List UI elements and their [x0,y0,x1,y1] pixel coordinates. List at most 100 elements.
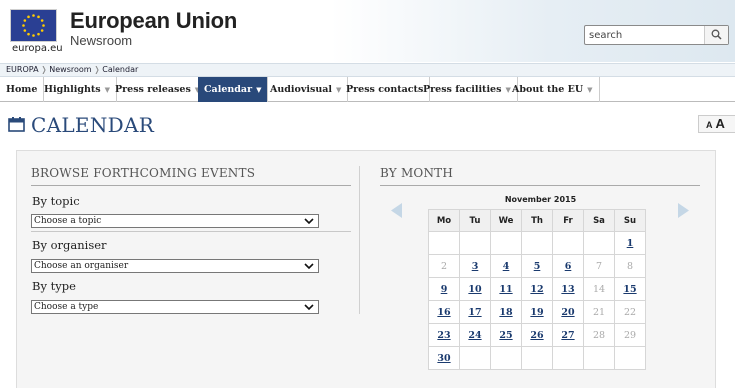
nav-audiovisual[interactable]: Audiovisual ▼ [264,77,349,102]
calendar-day: 2 [428,254,460,278]
organiser-label: By organiser [32,238,107,252]
calendar-day-link[interactable]: 6 [552,254,584,278]
calendar-day: 22 [614,300,646,324]
calendar-day-link[interactable]: 30 [428,346,460,370]
search-button[interactable] [704,26,728,44]
chevron-down-icon [304,303,314,315]
calendar-day-link[interactable]: 1 [614,231,646,255]
by-month-title: BY MONTH [380,166,454,180]
nav-press-contacts-label: Press contacts [346,84,424,95]
calendar-day-link[interactable]: 23 [428,323,460,347]
calendar-empty-cell [521,231,553,255]
type-select[interactable]: Choose a type [31,300,319,314]
calendar-day-link[interactable]: 24 [459,323,491,347]
nav-highlights-label: Highlights [44,84,101,95]
calendar-icon [8,117,25,136]
calendar-day: 21 [583,300,615,324]
calendar-day-link[interactable]: 10 [459,277,491,301]
weekday-header-row: Mo Tu We Th Fr Sa Su [428,209,646,232]
calendar-empty-cell [583,346,615,370]
calendar-day-link[interactable]: 9 [428,277,460,301]
organiser-select-value: Choose an organiser [34,261,129,271]
nav-audiovisual-label: Audiovisual [270,84,333,95]
nav-press-facilities[interactable]: Press facilities ▼ [417,77,518,102]
calendar-day: 7 [583,254,615,278]
nav-press-facilities-label: Press facilities [423,84,502,95]
calendar-empty-cell [490,346,522,370]
page-title: CALENDAR [31,113,155,137]
calendar-empty-cell [552,346,584,370]
logo-text: europa.eu [12,43,63,54]
calendar-day-link[interactable]: 25 [490,323,522,347]
month-calendar: Mo Tu We Th Fr Sa Su 1 2 3 4 5 6 7 8 9 10 11 12 13 14… [428,209,646,370]
calendar-day-link[interactable]: 20 [552,300,584,324]
nav-about-eu-label: About the EU [512,84,584,95]
calendar-empty-cell [459,231,491,255]
topic-select[interactable]: Choose a topic [31,214,319,228]
site-title[interactable]: European Union [70,8,237,34]
arrow-right-icon[interactable] [677,203,689,222]
search-box [584,25,729,45]
breadcrumb-calendar: Calendar [102,65,139,74]
topic-label: By topic [32,194,80,208]
calendar-day-link[interactable]: 27 [552,323,584,347]
browse-title: BROWSE FORTHCOMING EVENTS [31,166,256,180]
nav-highlights[interactable]: Highlights ▼ [38,77,118,102]
chevron-down-icon: ▼ [256,85,262,94]
calendar-month-title: November 2015 [504,195,577,204]
nav-about-eu[interactable]: About the EU ▼ [506,77,600,102]
calendar-empty-cell [521,346,553,370]
calendar-day: 28 [583,323,615,347]
calendar-empty-cell [583,231,615,255]
calendar-day-link[interactable]: 3 [459,254,491,278]
nav-home-label: Home [6,84,38,95]
calendar-week-row: 23 24 25 26 27 28 29 [428,323,646,347]
site-header: europa.eu European Union Newsroom [0,0,735,62]
nav-press-releases[interactable]: Press releases▼ [109,77,208,102]
weekday-fr: Fr [552,209,584,232]
weekday-mo: Mo [428,209,460,232]
breadcrumb-newsroom[interactable]: Newsroom [49,64,91,76]
breadcrumb-europa[interactable]: EUROPA [6,64,39,76]
main-nav: Home Highlights▼ Press releases▼ Calenda… [0,77,735,102]
search-input[interactable] [589,28,699,43]
calendar-week-row: 9 10 11 12 13 14 15 [428,277,646,301]
calendar-day-link[interactable]: 19 [521,300,553,324]
column-separator [359,166,360,314]
chevron-down-icon: ▼ [587,85,593,94]
calendar-day: 29 [614,323,646,347]
europa-logo[interactable]: europa.eu [8,9,63,55]
calendar-day-link[interactable]: 4 [490,254,522,278]
by-month-rule [380,185,700,186]
calendar-day-link[interactable]: 26 [521,323,553,347]
font-size-large[interactable]: A [716,116,725,131]
calendar-day-link[interactable]: 5 [521,254,553,278]
calendar-day: 14 [583,277,615,301]
arrow-left-icon[interactable] [391,203,403,222]
chevron-down-icon [304,262,314,274]
font-size-switcher[interactable]: AA [698,115,735,133]
calendar-week-row: 1 [428,231,646,255]
organiser-select[interactable]: Choose an organiser [31,259,319,273]
font-size-small[interactable]: A [706,120,713,130]
calendar-day-link[interactable]: 17 [459,300,491,324]
calendar-day-link[interactable]: 15 [614,277,646,301]
calendar-empty-cell [614,346,646,370]
calendar-week-row: 2345678 [428,254,646,278]
nav-press-releases-label: Press releases [115,84,191,95]
calendar-day-link[interactable]: 16 [428,300,460,324]
calendar-empty-cell [459,346,491,370]
calendar-day-link[interactable]: 12 [521,277,553,301]
calendar-day-link[interactable]: 18 [490,300,522,324]
nav-calendar[interactable]: Calendar ▼ [198,77,269,102]
type-select-value: Choose a type [34,302,99,312]
breadcrumb-separator-icon: ❭ [93,65,101,74]
browse-rule [31,185,351,186]
weekday-su: Su [614,209,646,232]
calendar-day-link[interactable]: 11 [490,277,522,301]
weekday-th: Th [521,209,553,232]
weekday-sa: Sa [583,209,615,232]
type-label: By type [32,279,76,293]
calendar-day-link[interactable]: 13 [552,277,584,301]
calendar-week-row: 30 [428,346,646,370]
